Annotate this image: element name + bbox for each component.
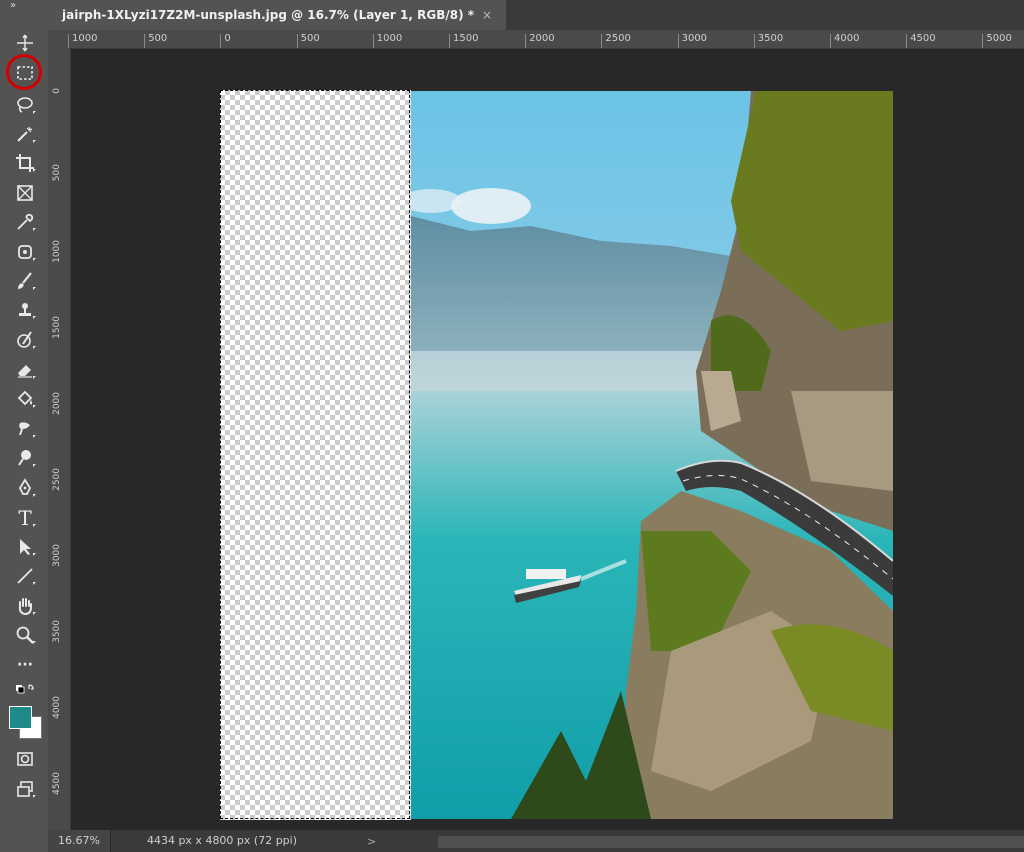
quick-mask-icon[interactable] [10, 746, 40, 772]
blur-tool-icon[interactable] [10, 416, 40, 442]
history-brush-tool-icon[interactable] [10, 327, 40, 353]
collapse-panel-icon[interactable]: » [10, 0, 16, 11]
default-colors-icon[interactable] [10, 682, 40, 698]
status-menu-arrow[interactable]: > [367, 835, 384, 848]
tools-panel: » T ··· [0, 0, 49, 852]
horizontal-ruler[interactable]: 1000 500 0 500 1000 1500 2000 2500 3000 3500 4000 4… [48, 30, 1024, 49]
ruler-top-label: 1500 [449, 34, 478, 48]
landscape-photo[interactable] [411, 91, 893, 819]
highlight-circle [6, 54, 42, 90]
ruler-top-label: 500 [296, 34, 320, 48]
document-tab-title: jairph-1XLyzi17Z2M-unsplash.jpg @ 16.7% … [62, 8, 475, 22]
ruler-top-label: 3500 [753, 34, 783, 48]
spot-healing-tool-icon[interactable] [10, 239, 40, 265]
vertical-ruler[interactable]: 0 500 1000 1500 2000 2500 3000 3500 4000 4500 [48, 48, 71, 830]
type-tool-icon[interactable]: T [10, 505, 40, 531]
paint-bucket-tool-icon[interactable] [10, 386, 40, 412]
type-tool-glyph: T [18, 506, 32, 530]
marquee-selection[interactable] [220, 90, 410, 819]
dodge-tool-icon[interactable] [10, 445, 40, 471]
eraser-tool-icon[interactable] [10, 357, 40, 383]
ruler-top-label: 2500 [601, 34, 631, 48]
ruler-left-label: 2000 [52, 392, 62, 415]
lasso-tool-icon[interactable] [10, 92, 40, 118]
ruler-left-label: 1500 [52, 316, 62, 339]
ruler-left-label: 1000 [52, 240, 62, 263]
crop-tool-icon[interactable] [10, 150, 40, 176]
horizontal-scrollbar[interactable] [438, 836, 1024, 848]
clone-stamp-tool-icon[interactable] [10, 297, 40, 323]
ruler-left-label: 2500 [52, 468, 62, 491]
edit-toolbar-icon[interactable]: ··· [10, 652, 40, 678]
status-bar: 16.67% 4434 px x 4800 px (72 ppi) > [48, 830, 1024, 852]
hand-tool-icon[interactable] [10, 593, 40, 619]
ruler-left-label: 4500 [52, 772, 62, 795]
zoom-tool-icon[interactable] [10, 622, 40, 648]
foreground-color-swatch[interactable] [9, 706, 32, 729]
screen-mode-icon[interactable] [10, 776, 40, 802]
ruler-left-label: 3500 [52, 620, 62, 643]
document-tab[interactable]: jairph-1XLyzi17Z2M-unsplash.jpg @ 16.7% … [48, 0, 507, 30]
frame-tool-icon[interactable] [10, 180, 40, 206]
pen-tool-icon[interactable] [10, 475, 40, 501]
eyedropper-tool-icon[interactable] [10, 209, 40, 235]
ruler-top-label: 1000 [372, 34, 402, 48]
path-selection-tool-icon[interactable] [10, 534, 40, 560]
ruler-top-label: 3000 [677, 34, 707, 48]
ruler-left-label: 4000 [52, 696, 62, 719]
ruler-top-label: 1000 [68, 34, 97, 48]
document-size-info: 4434 px x 4800 px (72 ppi) [146, 834, 298, 847]
zoom-level-field[interactable]: 16.67% [48, 830, 111, 852]
magic-wand-tool-icon[interactable] [10, 121, 40, 147]
close-tab-icon[interactable]: × [482, 8, 492, 22]
ruler-top-label: 4000 [830, 34, 859, 48]
ruler-top-label: 500 [144, 34, 167, 48]
ruler-left-label: 500 [52, 164, 62, 182]
ruler-top-label: 2000 [525, 34, 555, 48]
line-tool-icon[interactable] [10, 563, 40, 589]
ruler-left-label: 0 [52, 88, 62, 94]
move-tool-icon[interactable] [10, 30, 40, 56]
more-tools-glyph: ··· [17, 657, 33, 673]
ruler-top-label: 5000 [982, 34, 1012, 48]
brush-tool-icon[interactable] [10, 268, 40, 294]
document-tab-bar: jairph-1XLyzi17Z2M-unsplash.jpg @ 16.7% … [48, 0, 1024, 30]
ruler-top-label: 0 [220, 34, 231, 48]
ruler-left-label: 3000 [52, 544, 62, 567]
ruler-top-label: 4500 [906, 34, 936, 48]
